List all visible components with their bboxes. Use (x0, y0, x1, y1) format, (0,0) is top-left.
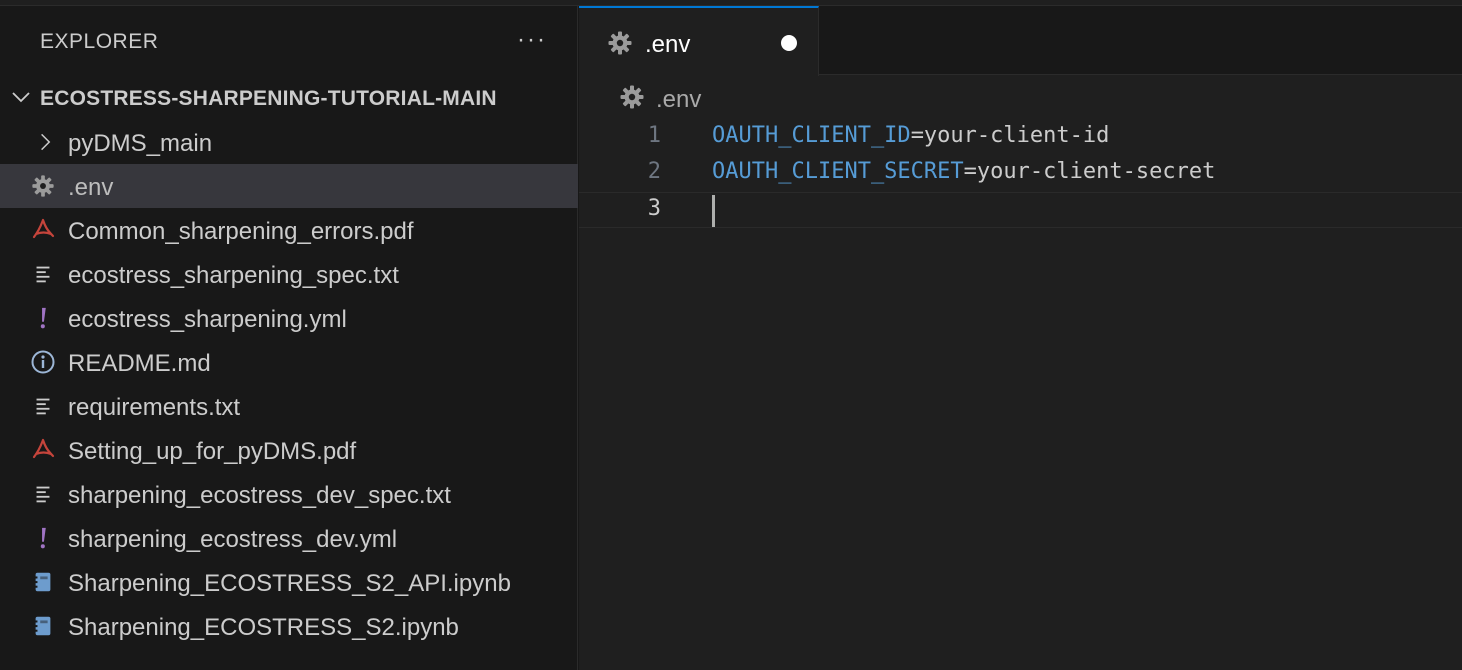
tree-item-label: ecostress_sharpening.yml (68, 306, 347, 333)
tab-bar: .env (579, 6, 1462, 76)
gear-icon (619, 84, 645, 110)
yaml-icon (30, 525, 56, 551)
line-number: 3 (647, 196, 661, 221)
line-number: 2 (647, 159, 661, 184)
notebook-icon (30, 569, 56, 595)
tree-item[interactable]: sharpening_ecostress_dev_spec.txt (0, 472, 578, 516)
tree-item[interactable]: Sharpening_ECOSTRESS_S2.ipynb (0, 604, 578, 648)
tree-item[interactable]: Setting_up_for_pyDMS.pdf (0, 428, 578, 472)
pdf-icon (30, 217, 56, 243)
tree-item[interactable]: pyDMS_main (0, 120, 578, 164)
tree-item[interactable]: sharpening_ecostress_dev.yml (0, 516, 578, 560)
tree-item-label: README.md (68, 350, 211, 377)
tree-item-label: ecostress_sharpening_spec.txt (68, 262, 399, 289)
tree-item-label: Setting_up_for_pyDMS.pdf (68, 438, 357, 465)
breadcrumb-label: .env (656, 86, 702, 113)
tab-env[interactable]: .env (579, 6, 819, 76)
code-line[interactable]: 3 (579, 192, 1462, 228)
tree-item[interactable]: ecostress_sharpening_spec.txt (0, 252, 578, 296)
line-text: OAUTH_CLIENT_SECRET=your-client-secret (712, 159, 1215, 184)
info-icon (30, 349, 56, 375)
explorer-sidebar: EXPLORER ··· ECOSTRESS-SHARPENING-TUTORI… (0, 6, 578, 670)
notebook-icon (30, 613, 56, 639)
code-editor[interactable]: 1 OAUTH_CLIENT_ID=your-client-id 2 OAUTH_CL… (579, 120, 1462, 228)
gear-icon (30, 173, 56, 199)
gear-icon (607, 30, 633, 56)
tree-item[interactable]: Sharpening_ECOSTRESS_S2_API.ipynb (0, 560, 578, 604)
more-actions-button[interactable]: ··· (512, 24, 552, 56)
code-line[interactable]: 2 OAUTH_CLIENT_SECRET=your-client-secret (579, 156, 1462, 192)
tree-item[interactable]: ecostress_sharpening.yml (0, 296, 578, 340)
file-tree: pyDMS_main .env Common_sharpening_errors.p… (0, 120, 578, 648)
tree-item[interactable]: Common_sharpening_errors.pdf (0, 208, 578, 252)
tree-item-label: sharpening_ecostress_dev.yml (68, 526, 398, 553)
env-key: OAUTH_CLIENT_SECRET (712, 159, 964, 184)
chevron-right-icon (32, 129, 58, 155)
tree-item-label: requirements.txt (68, 394, 241, 421)
tree-item-label: Sharpening_ECOSTRESS_S2_API.ipynb (68, 570, 511, 597)
explorer-header: EXPLORER ··· (0, 6, 578, 76)
breadcrumb[interactable]: .env (579, 76, 1462, 120)
tree-item[interactable]: .env (0, 164, 578, 208)
tree-item[interactable]: README.md (0, 340, 578, 384)
text-file-icon (30, 261, 56, 287)
tree-item[interactable]: requirements.txt (0, 384, 578, 428)
tree-item-label: Common_sharpening_errors.pdf (68, 218, 414, 245)
editor-area: .env .env 1 OAUTH_CLIENT_ID=your-client-i… (579, 6, 1462, 670)
text-cursor (712, 195, 715, 227)
tree-item-label: pyDMS_main (68, 130, 213, 157)
env-key: OAUTH_CLIENT_ID (712, 123, 911, 148)
line-text: OAUTH_CLIENT_ID=your-client-id (712, 123, 1109, 148)
tree-item-label: sharpening_ecostress_dev_spec.txt (68, 482, 451, 509)
explorer-title: EXPLORER (40, 30, 159, 53)
line-number: 1 (647, 123, 661, 148)
tree-item-label: Sharpening_ECOSTRESS_S2.ipynb (68, 614, 459, 641)
chevron-down-icon (12, 92, 30, 103)
root-folder-label: ECOSTRESS-SHARPENING-TUTORIAL-MAIN (40, 87, 497, 110)
code-line[interactable]: 1 OAUTH_CLIENT_ID=your-client-id (579, 120, 1462, 156)
tab-label: .env (645, 31, 691, 58)
text-file-icon (30, 481, 56, 507)
tree-item-label: .env (68, 174, 114, 201)
explorer-root-folder[interactable]: ECOSTRESS-SHARPENING-TUTORIAL-MAIN (0, 76, 578, 120)
unsaved-dot-icon[interactable] (781, 35, 797, 51)
env-value: =your-client-secret (963, 159, 1216, 184)
env-value: =your-client-id (910, 123, 1110, 148)
pdf-icon (30, 437, 56, 463)
text-file-icon (30, 393, 56, 419)
yaml-icon (30, 305, 56, 331)
